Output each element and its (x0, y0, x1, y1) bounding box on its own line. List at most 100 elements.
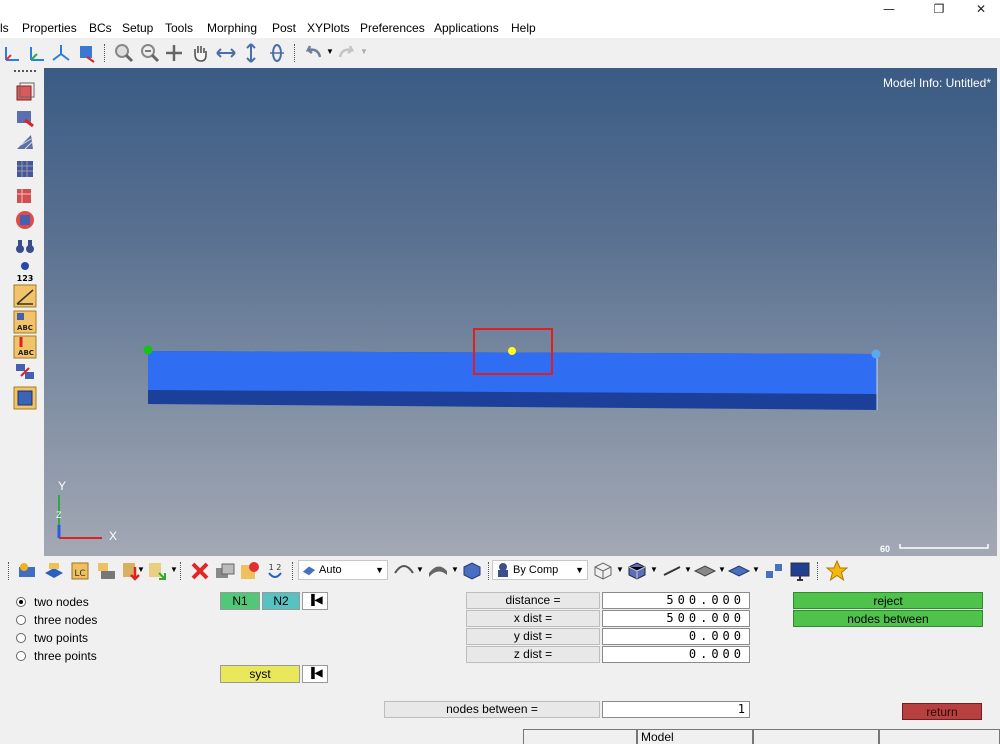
undo-icon[interactable] (302, 42, 324, 64)
export-icon[interactable] (145, 559, 169, 583)
surface-display-icon[interactable] (426, 559, 450, 583)
delete-x-icon[interactable] (188, 559, 212, 583)
plane-display-icon[interactable] (693, 559, 717, 583)
renumber-icon[interactable]: 1 2 (263, 559, 287, 583)
graphics-viewport[interactable]: Y X Z Model Info: Untitled* 60 (44, 68, 997, 556)
solid-display-icon[interactable] (460, 559, 484, 583)
menu-item-properties[interactable]: Properties (22, 20, 77, 36)
components-icon[interactable] (16, 559, 40, 583)
menu-item-setup[interactable]: Setup (122, 20, 153, 36)
solid-plane-icon[interactable] (727, 559, 751, 583)
load-collectors-icon[interactable]: LC (68, 559, 92, 583)
radio-three-nodes[interactable]: three nodes (16, 612, 97, 628)
wireframe-dropdown-icon[interactable]: ▼ (616, 565, 624, 574)
close-button[interactable]: ✕ (958, 0, 1000, 18)
line-display-icon[interactable] (660, 559, 684, 583)
z-dist-value[interactable]: 0.000 (602, 646, 750, 663)
return-button[interactable]: return (902, 703, 982, 720)
element-size-combo[interactable]: Auto ▼ (298, 560, 388, 580)
color-mode-combo[interactable]: By Comp ▼ (492, 560, 588, 580)
radio-dot (16, 615, 26, 625)
wireframe-icon[interactable] (591, 559, 615, 583)
radio-three-points[interactable]: three points (16, 648, 97, 664)
toolbar-separator (180, 562, 182, 580)
menu-item-bcs[interactable]: BCs (89, 20, 112, 36)
mask-icon[interactable] (13, 80, 37, 104)
model-scene: Y X Z (56, 328, 989, 549)
pan-hand-icon[interactable] (189, 42, 211, 64)
plane-dropdown-icon[interactable]: ▼ (718, 565, 726, 574)
svg-text:LC: LC (74, 569, 85, 579)
nodes-between-input[interactable]: 1 (602, 701, 750, 718)
menu-item-preferences[interactable]: Preferences (360, 20, 425, 36)
undo-dropdown-icon[interactable]: ▼ (326, 47, 334, 56)
zoom-fit-icon[interactable] (138, 42, 160, 64)
import-dropdown-icon[interactable]: ▼ (137, 565, 145, 574)
menu-item-morphing[interactable]: Morphing (207, 20, 257, 36)
color-icon[interactable] (238, 559, 262, 583)
model-box-icon[interactable] (13, 386, 37, 410)
n2-node-selector[interactable]: N2 (262, 592, 300, 610)
line-dropdown-icon[interactable]: ▼ (684, 565, 692, 574)
menu-item-help[interactable]: Help (511, 20, 536, 36)
rename-abc-icon[interactable]: ABC (13, 310, 37, 334)
radio-label: three nodes (34, 613, 98, 627)
element-quality-icon[interactable] (13, 183, 37, 207)
view-yz-icon[interactable] (26, 42, 48, 64)
zoom-vertical-icon[interactable] (240, 42, 262, 64)
mesh-icon[interactable] (13, 131, 37, 155)
syst-selector[interactable]: syst (220, 665, 300, 683)
solid-plane-dropdown-icon[interactable]: ▼ (752, 565, 760, 574)
monitor-icon[interactable] (788, 559, 812, 583)
reject-button[interactable]: reject (793, 592, 983, 609)
y-dist-value[interactable]: 0.000 (602, 628, 750, 645)
shaded-mesh-icon[interactable] (625, 559, 649, 583)
zoom-window-icon[interactable] (112, 42, 134, 64)
view-flip-icon[interactable] (76, 42, 98, 64)
menu-item-xyplots[interactable]: XYPlots (307, 20, 350, 36)
node-n1-marker[interactable] (143, 345, 153, 355)
nodes-between-button[interactable]: nodes between (793, 610, 983, 627)
find-binoculars-icon[interactable] (13, 234, 37, 258)
menu-item-applications[interactable]: Applications (434, 20, 499, 36)
properties-icon[interactable] (94, 559, 118, 583)
n1-node-selector[interactable]: N1 (220, 592, 260, 610)
minimize-button[interactable]: — (866, 0, 912, 18)
surface-mesh-icon[interactable] (13, 157, 37, 181)
menu-item-tools[interactable]: Tools (165, 20, 193, 36)
view-xz-icon[interactable] (2, 42, 24, 64)
rotate-center-icon[interactable] (163, 42, 185, 64)
assemblies-icon[interactable] (42, 559, 66, 583)
restore-button[interactable]: ❐ (916, 0, 962, 18)
radio-two-nodes[interactable]: two nodes (16, 594, 89, 610)
favorite-star-icon[interactable] (825, 559, 849, 583)
check-elements-icon[interactable] (13, 208, 37, 232)
node-n2-marker[interactable] (871, 349, 881, 359)
delete-elements-icon[interactable] (13, 106, 37, 130)
measure-angle-icon[interactable] (13, 284, 37, 308)
distance-label: distance = (466, 592, 600, 609)
reorder-abc-icon[interactable]: ABC (13, 335, 37, 359)
organize-icon[interactable] (213, 559, 237, 583)
radio-two-points[interactable]: two points (16, 630, 88, 646)
geometry-dropdown-icon[interactable]: ▼ (416, 565, 424, 574)
distance-value[interactable]: 500.000 (602, 592, 750, 609)
export-dropdown-icon[interactable]: ▼ (170, 565, 178, 574)
menu-item-post[interactable]: Post (272, 20, 296, 36)
transform-icon[interactable] (13, 360, 37, 384)
beam-front-face (148, 351, 877, 394)
reset-nodes-button[interactable]: ▐◀ (302, 592, 328, 610)
view-iso-icon[interactable] (50, 42, 72, 64)
x-dist-value[interactable]: 500.000 (602, 610, 750, 627)
reset-syst-button[interactable]: ▐◀ (302, 665, 328, 683)
zoom-horizontal-icon[interactable] (215, 42, 237, 64)
numbers-icon[interactable]: 123 (13, 260, 37, 284)
geometry-display-icon[interactable] (392, 559, 416, 583)
menu-item-tools-partial[interactable]: ls (0, 20, 9, 36)
surface-dropdown-icon[interactable]: ▼ (451, 565, 459, 574)
rotate-view-icon[interactable] (266, 42, 288, 64)
x-dist-label: x dist = (466, 610, 600, 627)
shaded-dropdown-icon[interactable]: ▼ (650, 565, 658, 574)
node-between-marker[interactable] (508, 347, 516, 355)
blocks-icon[interactable] (762, 559, 786, 583)
